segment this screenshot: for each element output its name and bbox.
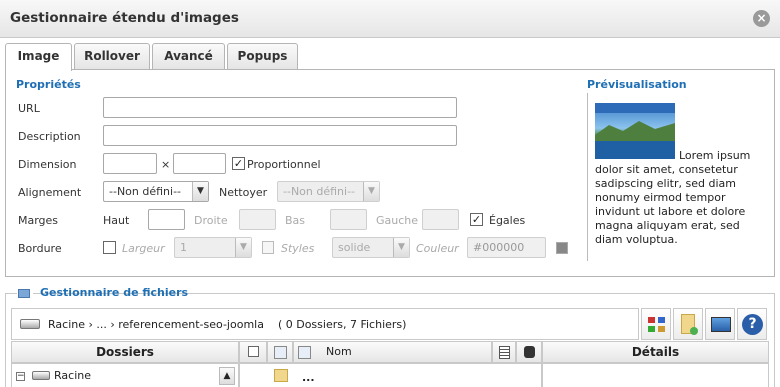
border-style-select[interactable]: solide ▼ [332, 237, 410, 258]
sort-icon [274, 346, 287, 359]
view-toggle-button[interactable] [641, 308, 671, 340]
border-width-value: 1 [180, 241, 187, 254]
margin-left-label: Gauche [376, 214, 419, 227]
properties-title: Propriétés [16, 78, 81, 91]
alignment-value: --Non défini-- [109, 185, 182, 198]
alignment-select[interactable]: --Non défini-- ▼ [103, 181, 209, 202]
folder-gear-icon [18, 289, 30, 298]
grid-view-icon [648, 317, 665, 332]
margin-bottom-input[interactable] [330, 209, 367, 230]
drive-icon [20, 319, 40, 329]
breadcrumb-path[interactable]: Racine › ... › referencement-seo-joomla [48, 318, 264, 331]
margin-right-input[interactable] [239, 209, 276, 230]
border-color-input[interactable]: #000000 [467, 237, 546, 258]
border-checkbox[interactable] [103, 241, 116, 254]
clear-value: --Non défini-- [283, 185, 356, 198]
alignment-label: Alignement [18, 186, 82, 199]
proportional-label: Proportionnel [247, 158, 321, 171]
name-header-label: Nom [326, 345, 352, 358]
breadcrumb[interactable]: Racine › ... › referencement-seo-joomla … [48, 318, 406, 331]
margins-label: Marges [18, 214, 59, 227]
folder-summary: ( 0 Dossiers, 7 Fichiers) [277, 318, 407, 331]
folder-tree: − Racine ▲ [11, 363, 239, 387]
sort-type-header[interactable] [267, 341, 293, 363]
url-input[interactable] [103, 97, 457, 118]
binoculars-icon [524, 346, 535, 358]
select-all-header [239, 341, 267, 363]
styles-icon [262, 241, 274, 254]
margin-bottom-label: Bas [285, 214, 306, 227]
dialog-title: Gestionnaire étendu d'images [10, 10, 239, 26]
clear-select[interactable]: --Non défini-- ▼ [277, 181, 380, 202]
collapse-icon[interactable]: − [16, 372, 25, 381]
equal-margins-label: Égales [489, 214, 526, 227]
folders-header: Dossiers [11, 341, 239, 363]
chevron-down-icon: ▼ [235, 238, 251, 257]
search-header[interactable] [516, 341, 542, 363]
sort-icon [298, 346, 311, 359]
list-view-header[interactable] [492, 341, 516, 363]
path-bar: Racine › ... › referencement-seo-joomla … [11, 308, 639, 340]
tab-rollover[interactable]: Rollover [74, 43, 150, 70]
tab-popups[interactable]: Popups [227, 43, 298, 70]
dimension-label: Dimension [18, 158, 77, 171]
margin-right-label: Droite [194, 214, 228, 227]
close-icon[interactable]: × [753, 10, 770, 27]
url-label: URL [18, 102, 40, 115]
border-color-label: Couleur [416, 242, 459, 255]
drive-icon [32, 371, 50, 380]
file-manager-title: Gestionnaire de fichiers [40, 286, 189, 299]
margin-left-input[interactable] [422, 209, 459, 230]
border-styles-label: Styles [281, 242, 315, 255]
margin-top-input[interactable] [148, 209, 185, 230]
help-button[interactable]: ? [737, 308, 767, 340]
proportional-checkbox[interactable]: ✓ [232, 157, 245, 170]
preview-title: Prévisualisation [587, 78, 687, 91]
preview-text: Lorem ipsum dolor sit amet, consetetur s… [595, 149, 751, 246]
details-panel [542, 363, 769, 387]
dialog-titlebar: Gestionnaire étendu d'images × [0, 0, 780, 38]
dimension-separator: × [161, 158, 171, 171]
scroll-up-button[interactable]: ▲ [219, 367, 235, 385]
tab-image[interactable]: Image [5, 43, 72, 71]
border-width-label: Largeur [122, 242, 165, 255]
chevron-down-icon: ▼ [393, 238, 409, 257]
description-label: Description [18, 130, 81, 143]
select-all-checkbox[interactable] [248, 346, 259, 357]
margin-top-label: Haut [103, 214, 130, 227]
chevron-down-icon: ▼ [192, 182, 208, 201]
name-column-header[interactable]: Nom [293, 341, 492, 363]
description-input[interactable] [103, 125, 457, 146]
new-folder-button[interactable] [673, 308, 703, 340]
color-picker-icon[interactable] [556, 242, 568, 254]
chevron-down-icon: ▼ [363, 182, 379, 201]
border-width-select[interactable]: 1 ▼ [174, 237, 252, 258]
plus-icon [690, 327, 698, 335]
equal-margins-checkbox[interactable]: ✓ [470, 213, 483, 226]
upload-icon [711, 317, 731, 332]
border-label: Bordure [18, 242, 62, 255]
root-folder-label[interactable]: Racine [54, 369, 91, 382]
border-style-value: solide [338, 241, 371, 254]
file-list: ... [239, 363, 542, 387]
parent-folder-item[interactable]: ... [302, 371, 315, 384]
list-icon [499, 346, 510, 359]
width-input[interactable] [103, 153, 157, 174]
preview-area: Lorem ipsum dolor sit amet, consetetur s… [587, 93, 777, 261]
upload-button[interactable] [705, 308, 735, 340]
folder-up-icon [274, 369, 288, 382]
tab-advanced[interactable]: Avancé [152, 43, 225, 70]
height-input[interactable] [173, 153, 226, 174]
details-header: Détails [542, 341, 769, 363]
clear-label: Nettoyer [219, 186, 268, 199]
help-icon: ? [742, 314, 763, 335]
